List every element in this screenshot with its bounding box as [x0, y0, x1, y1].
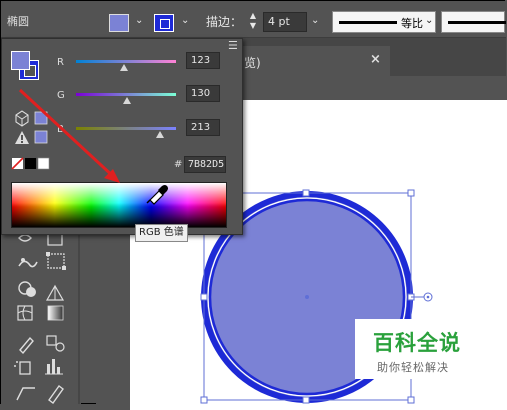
watermark-title: 百科全说: [373, 331, 461, 355]
eyedropper-cursor-icon: [146, 185, 168, 205]
watermark: 百科全说 助你轻松解决: [355, 319, 472, 379]
spectrum-tooltip: RGB 色谱: [135, 224, 188, 242]
watermark-subtitle: 助你轻松解决: [377, 361, 449, 374]
annotation-arrow-icon: [18, 88, 120, 183]
